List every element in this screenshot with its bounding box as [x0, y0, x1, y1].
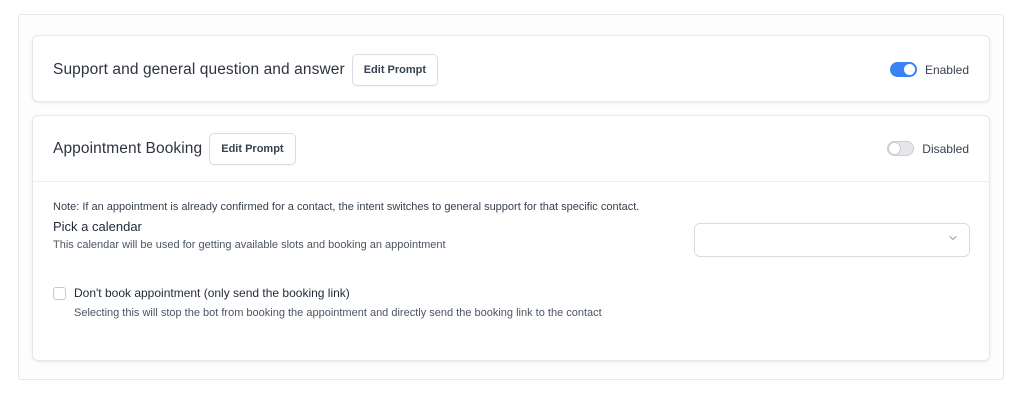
edit-prompt-button[interactable]: Edit Prompt — [351, 53, 439, 86]
intent-title: Appointment Booking — [53, 139, 203, 157]
chevron-down-icon — [949, 235, 957, 241]
no-book-description: Selecting this will stop the bot from bo… — [74, 307, 602, 319]
no-book-label[interactable]: Don't book appointment (only send the bo… — [74, 286, 350, 300]
intent-card-support: Support and general question and answer … — [32, 35, 990, 102]
calendar-select[interactable] — [694, 223, 970, 257]
toggle-knob — [903, 64, 915, 75]
intent-toggle-wrap: Enabled — [889, 62, 969, 77]
toggle-status-label: Enabled — [924, 62, 969, 77]
intent-card-header: Support and general question and answer … — [33, 36, 989, 103]
toggle-status-label: Disabled — [922, 141, 969, 156]
intent-enabled-toggle[interactable] — [887, 141, 915, 156]
calendar-field-title: Pick a calendar — [53, 219, 142, 234]
intent-card-header: Appointment Booking Edit Prompt Disabled — [33, 116, 989, 182]
intents-panel: Support and general question and answer … — [18, 14, 1004, 380]
intent-title: Support and general question and answer — [53, 60, 345, 78]
intent-note: Note: If an appointment is already confi… — [53, 201, 640, 213]
no-book-option: Don't book appointment (only send the bo… — [53, 286, 350, 300]
intent-enabled-toggle[interactable] — [889, 62, 917, 77]
edit-prompt-button[interactable]: Edit Prompt — [209, 132, 296, 165]
intent-toggle-wrap: Disabled — [887, 141, 969, 156]
no-book-checkbox[interactable] — [53, 287, 66, 300]
calendar-field-description: This calendar will be used for getting a… — [53, 239, 446, 251]
intent-card-appointment: Appointment Booking Edit Prompt Disabled… — [32, 115, 990, 361]
toggle-knob — [889, 143, 901, 154]
